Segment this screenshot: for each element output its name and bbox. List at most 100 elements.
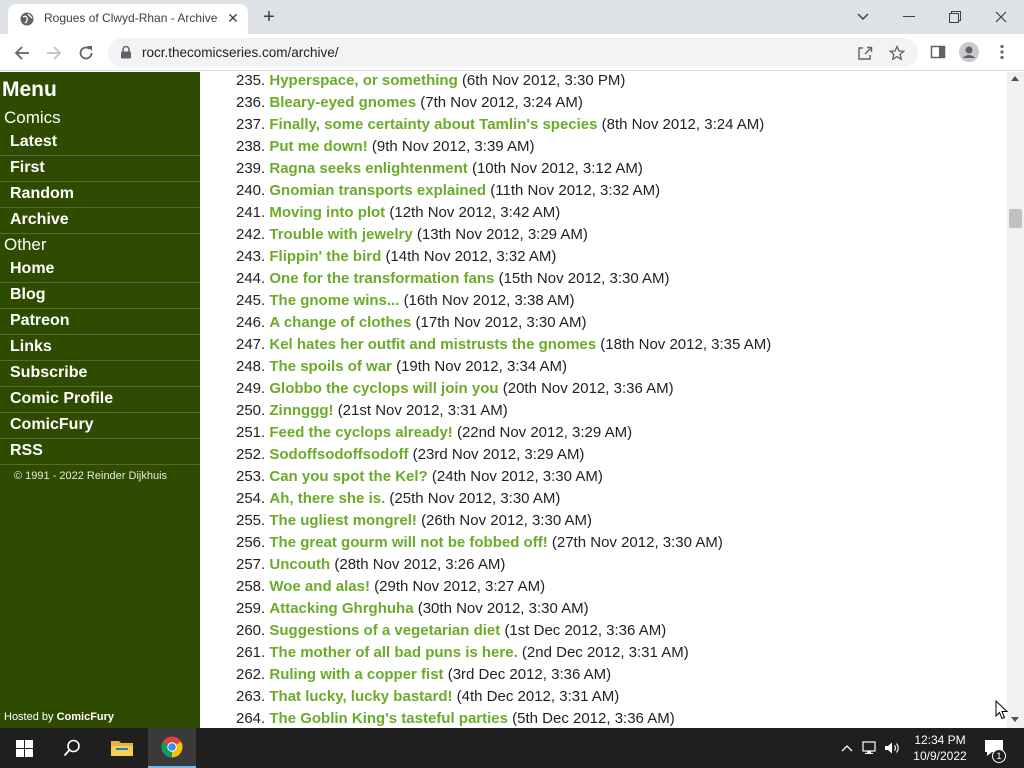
hosted-comicfury-link[interactable]: ComicFury xyxy=(57,711,114,723)
entry-number: 247. xyxy=(236,336,266,353)
reload-icon[interactable] xyxy=(74,41,98,65)
volume-icon[interactable] xyxy=(884,739,902,757)
sidebar-item-subscribe[interactable]: Subscribe xyxy=(0,361,200,387)
file-explorer-icon[interactable] xyxy=(98,728,146,768)
profile-avatar-icon[interactable] xyxy=(959,42,979,62)
sidebar-item-latest[interactable]: Latest xyxy=(0,130,200,156)
entry-title-link[interactable]: Attacking Ghrghuha xyxy=(269,600,413,617)
notification-count-badge: 1 xyxy=(992,749,1006,763)
new-tab-icon[interactable]: + xyxy=(258,6,280,28)
taskbar-clock[interactable]: 12:34 PM 10/9/2022 xyxy=(906,732,974,764)
entry-title-link[interactable]: Bleary-eyed gnomes xyxy=(269,94,416,111)
entry-number: 258. xyxy=(236,578,266,595)
entry-title-link[interactable]: The mother of all bad puns is here. xyxy=(269,644,517,661)
entry-title-link[interactable]: A change of clothes xyxy=(269,314,411,331)
scroll-down-icon[interactable] xyxy=(1011,717,1019,722)
sidebar-item-label: Blog xyxy=(10,286,46,303)
tab-title: Rogues of Clwyd-Rhan - Archive xyxy=(44,11,218,25)
tab-search-icon[interactable] xyxy=(840,0,886,34)
archive-entry: 235. Hyperspace, or something (6th Nov 2… xyxy=(236,72,996,92)
entry-title-link[interactable]: That lucky, lucky bastard! xyxy=(269,688,452,705)
entry-title-link[interactable]: Ah, there she is. xyxy=(269,490,385,507)
entry-title-link[interactable]: Woe and alas! xyxy=(269,578,370,595)
entry-number: 256. xyxy=(236,534,266,551)
bookmark-star-icon[interactable] xyxy=(888,44,906,62)
side-panel-icon[interactable] xyxy=(928,42,948,62)
entry-title-link[interactable]: Gnomian transports explained xyxy=(269,182,486,199)
entry-number: 239. xyxy=(236,160,266,177)
entry-title-link[interactable]: Put me down! xyxy=(269,138,367,155)
entry-date: (17th Nov 2012, 3:30 AM) xyxy=(415,314,587,331)
entry-title-link[interactable]: The spoils of war xyxy=(269,358,392,375)
entry-title-link[interactable]: Can you spot the Kel? xyxy=(269,468,427,485)
sidebar-item-home[interactable]: Home xyxy=(0,257,200,283)
sidebar-item-label: Patreon xyxy=(10,312,70,329)
windows-start-icon[interactable] xyxy=(0,728,48,768)
archive-entry: 254. Ah, there she is. (25th Nov 2012, 3… xyxy=(236,488,996,510)
entry-number: 264. xyxy=(236,710,266,727)
entry-number: 261. xyxy=(236,644,266,661)
archive-entry: 263. That lucky, lucky bastard! (4th Dec… xyxy=(236,686,996,708)
close-window-icon[interactable] xyxy=(978,0,1024,34)
archive-entry: 238. Put me down! (9th Nov 2012, 3:39 AM… xyxy=(236,136,996,158)
sidebar-item-random[interactable]: Random xyxy=(0,182,200,208)
entry-title-link[interactable]: Ragna seeks enlightenment xyxy=(269,160,467,177)
url-text[interactable]: rocr.thecomicseries.com/archive/ xyxy=(142,45,339,60)
entry-title-link[interactable]: Sodoffsodoffsodoff xyxy=(269,446,408,463)
entry-title-link[interactable]: Trouble with jewelry xyxy=(269,226,412,243)
entry-title-link[interactable]: Finally, some certainty about Tamlin's s… xyxy=(269,116,597,133)
forward-icon[interactable] xyxy=(42,41,66,65)
entry-title-link[interactable]: The Goblin King's tasteful parties xyxy=(269,710,508,727)
entry-title-link[interactable]: The ugliest mongrel! xyxy=(269,512,417,529)
browser-tab[interactable]: Rogues of Clwyd-Rhan - Archive ✕ xyxy=(8,4,248,34)
scrollbar-thumb[interactable] xyxy=(1009,209,1022,228)
sidebar-item-blog[interactable]: Blog xyxy=(0,283,200,309)
network-icon[interactable] xyxy=(862,739,880,757)
entry-title-link[interactable]: Uncouth xyxy=(269,556,330,573)
entry-title-link[interactable]: Zinnggg! xyxy=(269,402,333,419)
kebab-menu-icon[interactable] xyxy=(992,42,1012,62)
entry-number: 245. xyxy=(236,292,266,309)
entry-date: (19th Nov 2012, 3:34 AM) xyxy=(396,358,568,375)
archive-entry: 244. One for the transformation fans (15… xyxy=(236,268,996,290)
entry-title-link[interactable]: The great gourm will not be fobbed off! xyxy=(269,534,547,551)
sidebar-item-comic-profile[interactable]: Comic Profile xyxy=(0,387,200,413)
search-icon[interactable] xyxy=(48,728,96,768)
menu-title: Menu xyxy=(2,78,57,101)
entry-title-link[interactable]: Ruling with a copper fist xyxy=(269,666,443,683)
tray-chevron-icon[interactable] xyxy=(838,739,856,757)
back-icon[interactable] xyxy=(10,41,34,65)
sidebar-item-label: Links xyxy=(10,338,52,355)
entry-title-link[interactable]: Feed the cyclops already! xyxy=(269,424,452,441)
entry-date: (2nd Dec 2012, 3:31 AM) xyxy=(521,644,689,661)
sidebar-item-archive[interactable]: Archive xyxy=(0,208,200,234)
entry-title-link[interactable]: Suggestions of a vegetarian diet xyxy=(269,622,500,639)
sidebar-item-links[interactable]: Links xyxy=(0,335,200,361)
page-scrollbar[interactable] xyxy=(1007,72,1024,728)
scroll-up-icon[interactable] xyxy=(1011,76,1019,81)
sidebar-item-patreon[interactable]: Patreon xyxy=(0,309,200,335)
tab-close-icon[interactable]: ✕ xyxy=(224,9,242,27)
sidebar-item-first[interactable]: First xyxy=(0,156,200,182)
lock-icon[interactable] xyxy=(120,46,132,59)
chrome-taskbar-icon[interactable] xyxy=(148,728,196,768)
restore-icon[interactable] xyxy=(932,0,978,34)
entry-title-link[interactable]: The gnome wins... xyxy=(269,292,399,309)
entry-date: (29th Nov 2012, 3:27 AM) xyxy=(374,578,546,595)
entry-title-link[interactable]: Hyperspace, or something xyxy=(269,72,457,89)
sidebar-item-label: RSS xyxy=(10,442,43,459)
archive-entry: 239. Ragna seeks enlightenment (10th Nov… xyxy=(236,158,996,180)
address-bar[interactable]: rocr.thecomicseries.com/archive/ xyxy=(108,38,918,67)
share-icon[interactable] xyxy=(856,44,874,62)
entry-title-link[interactable]: Moving into plot xyxy=(269,204,385,221)
entry-title-link[interactable]: Flippin' the bird xyxy=(269,248,381,265)
entry-title-link[interactable]: Kel hates her outfit and mistrusts the g… xyxy=(269,336,596,353)
sidebar-item-label: ComicFury xyxy=(10,416,94,433)
sidebar-item-comicfury[interactable]: ComicFury xyxy=(0,413,200,439)
minimize-icon[interactable] xyxy=(886,0,932,34)
entry-number: 263. xyxy=(236,688,266,705)
entry-title-link[interactable]: Globbo the cyclops will join you xyxy=(269,380,498,397)
sidebar-item-rss[interactable]: RSS xyxy=(0,439,200,465)
entry-title-link[interactable]: One for the transformation fans xyxy=(269,270,494,287)
entry-date: (3rd Dec 2012, 3:36 AM) xyxy=(447,666,612,683)
